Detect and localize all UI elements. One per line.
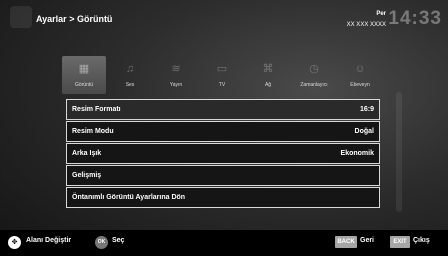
menu-item-label: Öntanımlı Görüntü Ayarlarına Dön <box>72 194 186 201</box>
menu-item-picture-format[interactable]: Resim Formatı 16:9 <box>66 99 380 120</box>
tab-label: TV <box>218 82 226 88</box>
hint-change-area: Alanı Değiştir <box>26 237 72 244</box>
clock-widget: Per XX XXX XXXX 14:33 <box>332 8 442 36</box>
settings-tab-bar: ▦ Görüntü ♫ Ses ≋ Yayın ▭ TV ⌘ Ağ ◷ Zama… <box>62 56 380 94</box>
clock-time: 14:33 <box>388 8 442 29</box>
menu-item-reset-picture[interactable]: Öntanımlı Görüntü Ayarlarına Dön <box>66 187 380 208</box>
tab-label: Ebeveyn <box>350 82 370 88</box>
back-key-icon: BACK <box>335 236 357 248</box>
menu-item-picture-mode[interactable]: Resim Modu Doğal <box>66 121 380 142</box>
menu-item-value: Ekonomik <box>340 150 374 157</box>
menu-item-label: Resim Modu <box>72 128 114 135</box>
hint-exit: Çıkış <box>413 237 430 244</box>
menu-item-advanced[interactable]: Gelişmiş <box>66 165 380 186</box>
tab-timer[interactable]: ◷ Zamanlayıcı <box>292 56 336 94</box>
menu-item-backlight[interactable]: Arka Işık Ekonomik <box>66 143 380 164</box>
exit-key-icon: EXIT <box>390 236 410 248</box>
parental-icon: ☺ <box>354 63 366 75</box>
dpad-icon: ✥ <box>8 236 21 249</box>
picture-icon: ▦ <box>78 63 90 75</box>
network-icon: ⌘ <box>262 63 274 75</box>
menu-item-label: Arka Işık <box>72 150 102 157</box>
menu-item-label: Resim Formatı <box>72 106 121 113</box>
tab-tv[interactable]: ▭ TV <box>200 56 244 94</box>
tab-label: Zamanlayıcı <box>300 82 328 88</box>
breadcrumb: Ayarlar > Görüntü <box>36 14 113 24</box>
tab-label: Ses <box>125 82 135 88</box>
timer-icon: ◷ <box>309 63 319 75</box>
remote-hint-bar: ✥ Alanı Değiştir OK Seç BACK Geri EXIT Ç… <box>0 230 448 256</box>
sound-icon: ♫ <box>125 63 135 75</box>
hint-select: Seç <box>112 237 125 244</box>
settings-screen: Ayarlar > Görüntü Per XX XXX XXXX 14:33 … <box>0 0 448 256</box>
ok-button-icon: OK <box>95 236 108 249</box>
tab-sound[interactable]: ♫ Ses <box>108 56 152 94</box>
tab-label: Ağ <box>264 82 272 88</box>
broadcast-icon: ≋ <box>171 63 181 75</box>
clock-date: XX XXX XXXX <box>346 22 386 28</box>
menu-item-label: Gelişmiş <box>72 172 102 179</box>
tab-broadcast[interactable]: ≋ Yayın <box>154 56 198 94</box>
hint-back: Geri <box>360 237 375 244</box>
menu-item-value: Doğal <box>354 128 374 135</box>
picture-settings-list: Resim Formatı 16:9 Resim Modu Doğal Arka… <box>66 99 380 209</box>
tab-parental[interactable]: ☺ Ebeveyn <box>338 56 382 94</box>
tab-label: Görüntü <box>74 82 94 88</box>
tv-icon: ▭ <box>216 63 228 75</box>
tab-label: Yayın <box>169 82 183 88</box>
tab-picture[interactable]: ▦ Görüntü <box>62 56 106 94</box>
menu-item-value: 16:9 <box>359 106 374 113</box>
menu-scrollbar[interactable] <box>396 92 402 212</box>
tab-network[interactable]: ⌘ Ağ <box>246 56 290 94</box>
clock-day: Per <box>376 11 386 17</box>
settings-logo-icon <box>10 6 32 28</box>
